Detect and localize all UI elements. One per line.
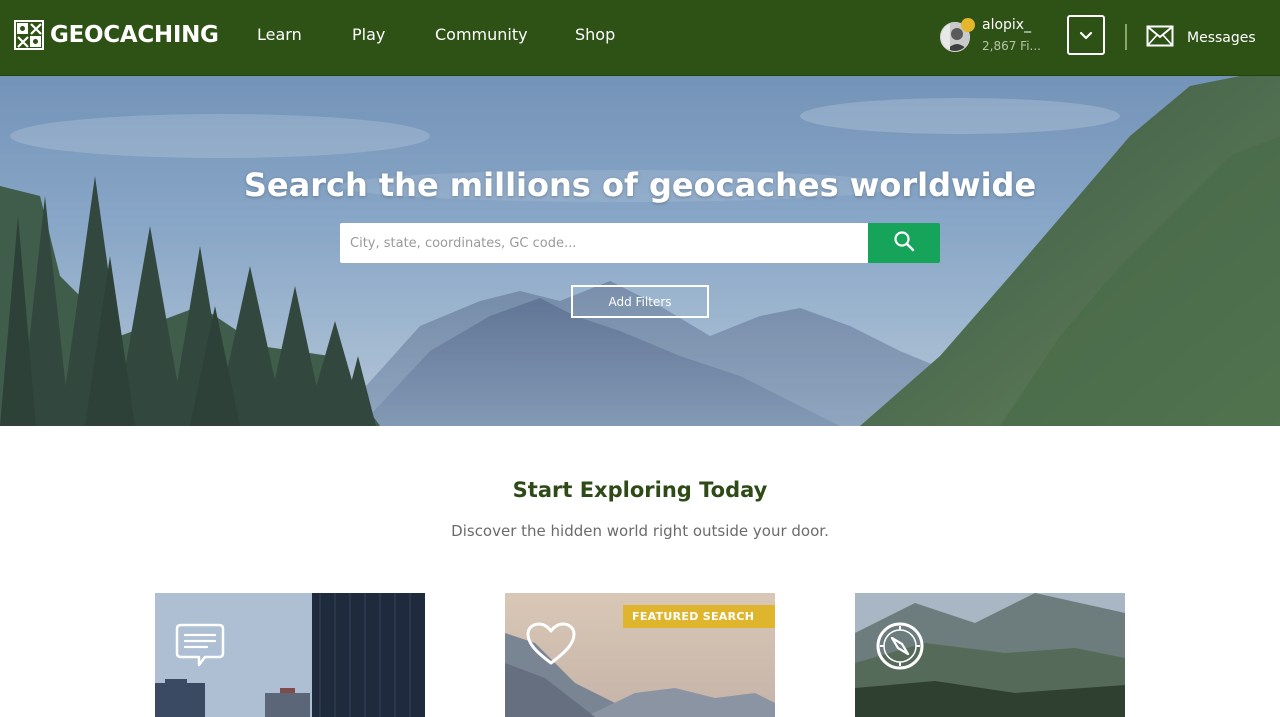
search-button[interactable] bbox=[868, 223, 940, 263]
explore-card-adventure[interactable] bbox=[855, 593, 1125, 717]
nav-play[interactable]: Play bbox=[352, 25, 385, 44]
compass-icon bbox=[875, 621, 925, 675]
geocaching-logo-icon bbox=[14, 20, 44, 50]
section-title: Start Exploring Today bbox=[512, 478, 768, 502]
explore-card-community[interactable] bbox=[155, 593, 425, 717]
hero-title: Search the millions of geocaches worldwi… bbox=[243, 166, 1037, 204]
explore-card-featured[interactable]: FEATURED SEARCH bbox=[505, 593, 775, 717]
heart-icon bbox=[525, 621, 577, 671]
find-count: 2,867 Fi... bbox=[982, 39, 1041, 53]
user-menu-button[interactable] bbox=[1067, 15, 1105, 55]
username[interactable]: alopix_ bbox=[982, 17, 1031, 33]
envelope-icon bbox=[1146, 25, 1174, 51]
nav-shop[interactable]: Shop bbox=[575, 25, 615, 44]
membership-badge-icon bbox=[961, 18, 975, 32]
search-icon bbox=[893, 230, 915, 256]
top-navigation-bar: GEOCACHING Learn Play Community Shop alo… bbox=[0, 0, 1280, 76]
chat-bubble-icon bbox=[175, 621, 225, 673]
messages-link[interactable]: Messages bbox=[1146, 25, 1256, 51]
logo-text: GEOCACHING bbox=[50, 22, 219, 48]
messages-label: Messages bbox=[1187, 30, 1256, 46]
section-subtitle: Discover the hidden world right outside … bbox=[451, 522, 829, 540]
chevron-down-icon bbox=[1079, 26, 1093, 45]
header-divider bbox=[1125, 24, 1127, 50]
geocache-search-input[interactable] bbox=[340, 223, 868, 263]
hero-banner: Search the millions of geocaches worldwi… bbox=[0, 76, 1280, 426]
nav-community[interactable]: Community bbox=[435, 25, 528, 44]
geocaching-logo[interactable]: GEOCACHING bbox=[14, 20, 219, 50]
add-filters-button[interactable]: Add Filters bbox=[571, 285, 709, 318]
nav-learn[interactable]: Learn bbox=[257, 25, 302, 44]
featured-search-badge: FEATURED SEARCH bbox=[623, 605, 775, 628]
